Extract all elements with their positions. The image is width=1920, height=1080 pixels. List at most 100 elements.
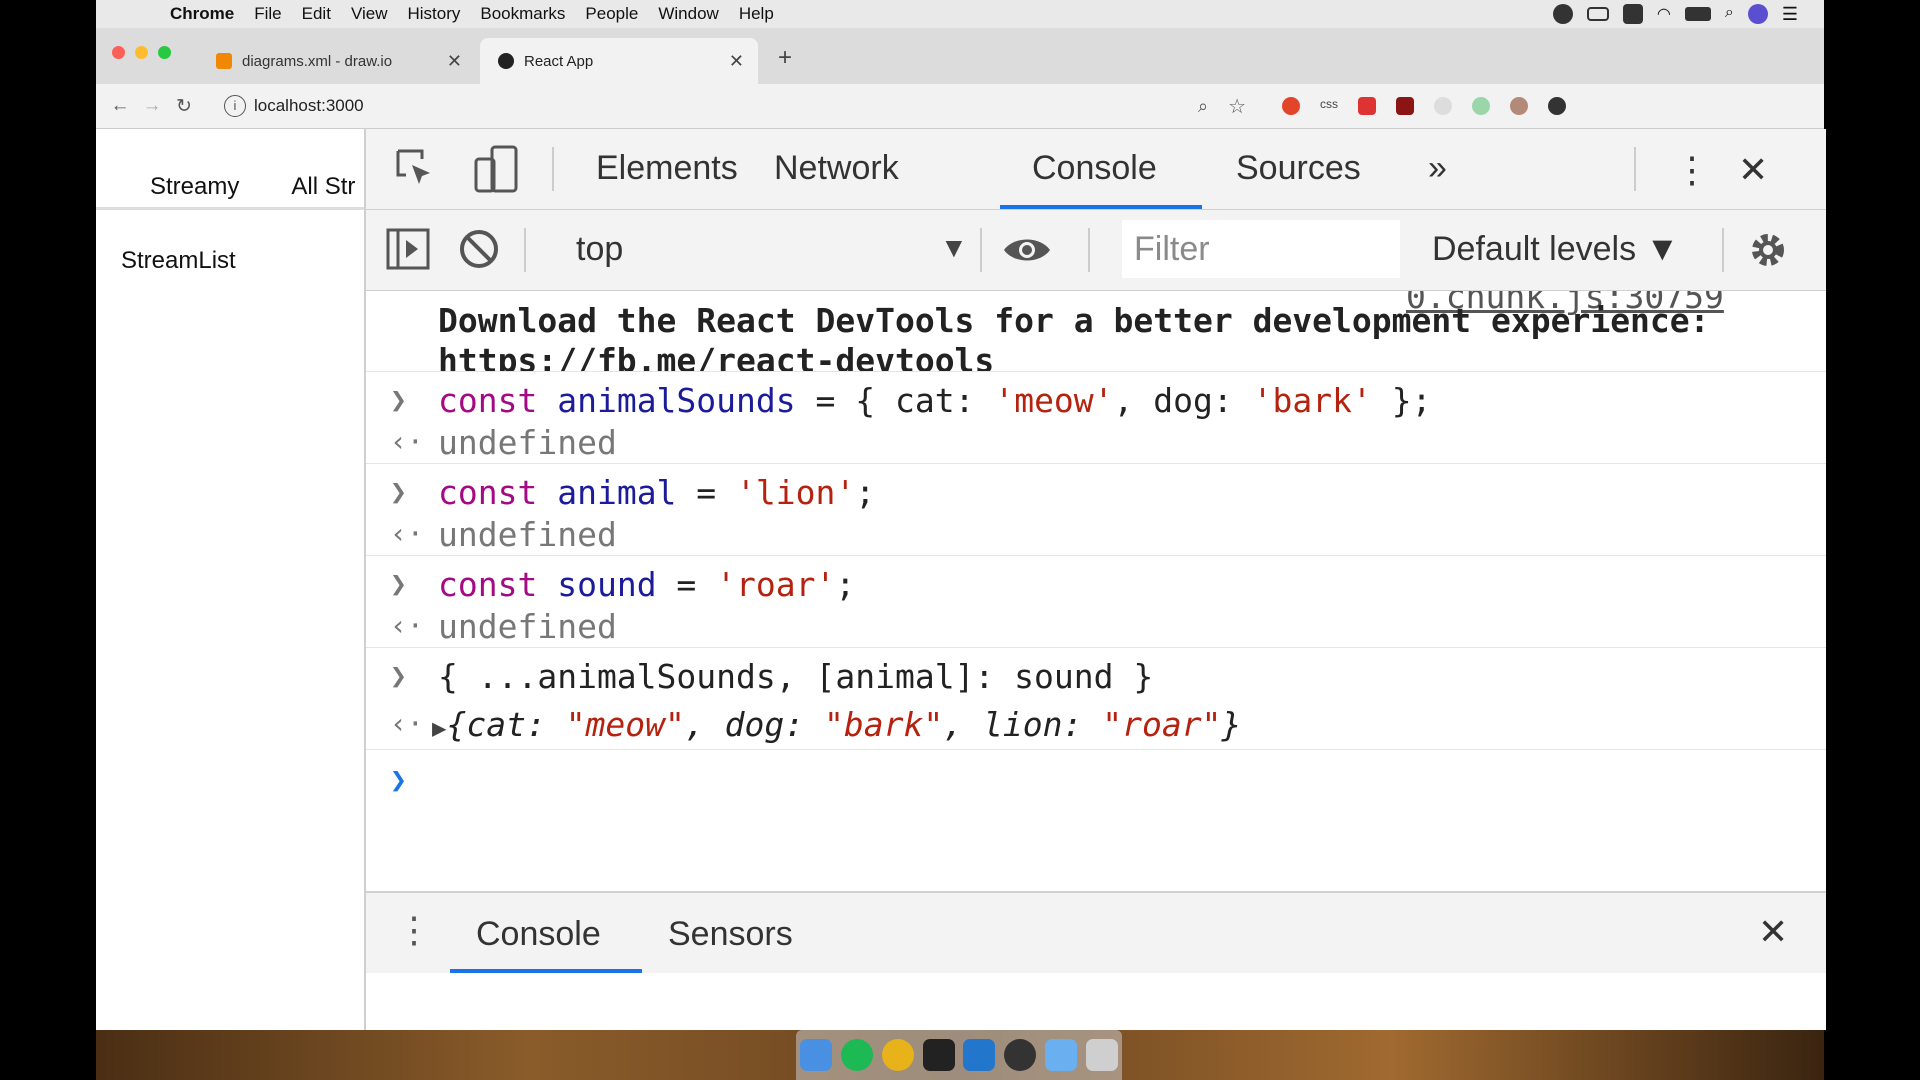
folder-icon[interactable] — [1044, 1039, 1077, 1071]
eye-icon[interactable] — [1002, 234, 1052, 266]
output-value: undefined — [438, 515, 617, 554]
close-devtools-icon[interactable]: ✕ — [1738, 149, 1768, 191]
bookmark-star-icon[interactable]: ☆ — [1228, 94, 1246, 119]
menu-people[interactable]: People — [585, 4, 638, 24]
tab-console[interactable]: Console — [1032, 149, 1157, 188]
css-extension-icon[interactable]: css — [1320, 97, 1338, 115]
console-entry: ❯ const animalSounds = { cat: 'meow', do… — [366, 373, 1826, 464]
terminal-icon[interactable] — [922, 1039, 955, 1071]
separator — [524, 228, 526, 272]
status-icons: ◠ ⌕ ☰ — [1552, 4, 1798, 24]
tab-elements[interactable]: Elements — [596, 149, 738, 188]
console-entry: ❯ { ...animalSounds, [animal]: sound } ‹… — [366, 649, 1826, 750]
ublock-icon[interactable] — [1396, 97, 1414, 115]
menu-view[interactable]: View — [351, 4, 388, 24]
input-chevron-icon: ❯ — [390, 383, 407, 416]
spotlight-search-icon[interactable]: ⌕ — [1725, 4, 1734, 24]
menu-edit[interactable]: Edit — [302, 4, 331, 24]
input-code: const animalSounds = { cat: 'meow', dog:… — [438, 381, 1432, 420]
status-app-icon[interactable] — [1552, 4, 1573, 24]
input-code: const sound = 'roar'; — [438, 565, 856, 604]
kebab-menu-icon[interactable]: ⋮ — [1674, 149, 1710, 191]
react-devtools-message: Download the React DevTools for a better… — [438, 301, 1818, 371]
tab-react-app[interactable]: React App ✕ — [480, 38, 758, 84]
expand-triangle-icon[interactable]: ▶ — [432, 714, 446, 742]
chrome-icon[interactable] — [881, 1039, 914, 1071]
glasses-icon[interactable] — [1586, 7, 1609, 21]
page-heading: StreamList — [121, 247, 236, 274]
maximize-window-button[interactable] — [158, 46, 171, 59]
chevron-down-icon[interactable]: ▼ — [940, 232, 968, 264]
extension-gray-icon[interactable] — [1434, 97, 1452, 115]
menu-window[interactable]: Window — [658, 4, 718, 24]
filter-placeholder: Filter — [1134, 229, 1210, 268]
close-window-button[interactable] — [112, 46, 125, 59]
extension-box-icon[interactable] — [1358, 97, 1376, 115]
app-header: Streamy All Str — [96, 167, 364, 210]
separator — [1722, 228, 1724, 272]
clear-console-icon[interactable] — [458, 228, 500, 270]
device-toolbar-icon[interactable] — [474, 145, 520, 193]
obs-icon[interactable] — [1004, 1039, 1037, 1071]
output-object[interactable]: ▶{cat: "meow", dog: "bark", lion: "roar"… — [432, 705, 1241, 744]
chrome-window: diagrams.xml - draw.io ✕ React App ✕ + ←… — [96, 28, 1826, 1030]
inspect-element-icon[interactable] — [394, 147, 438, 191]
new-tab-button[interactable]: + — [778, 44, 792, 72]
extension-red-icon[interactable] — [1282, 97, 1300, 115]
address-bar[interactable]: i localhost:3000 ⌕ ☆ — [210, 91, 1260, 121]
drawer-tab-sensors[interactable]: Sensors — [668, 915, 793, 954]
active-tab-indicator — [450, 969, 642, 973]
brand-link[interactable]: Streamy — [150, 173, 239, 201]
drawer-menu-icon[interactable]: ⋮ — [396, 909, 432, 951]
close-tab-icon[interactable]: ✕ — [729, 51, 744, 72]
menu-bookmarks[interactable]: Bookmarks — [480, 4, 565, 24]
output-value: undefined — [438, 423, 617, 462]
tab-network[interactable]: Network — [774, 149, 899, 188]
console-output[interactable]: 0.chunk.js:30759 Download the React DevT… — [366, 291, 1826, 891]
info-icon[interactable]: i — [224, 95, 246, 117]
profile-avatar[interactable] — [1510, 97, 1528, 115]
extensions: css — [1282, 97, 1566, 115]
extension-dark-icon[interactable] — [1548, 97, 1566, 115]
spotify-icon[interactable] — [841, 1039, 874, 1071]
wifi-icon[interactable]: ◠ — [1657, 4, 1671, 24]
all-streams-link[interactable]: All Str — [291, 173, 355, 201]
menu-history[interactable]: History — [407, 4, 460, 24]
siri-icon[interactable] — [1747, 4, 1768, 24]
menu-app-name[interactable]: Chrome — [170, 4, 234, 24]
console-entry: ❯ const animal = 'lion'; ‹· undefined — [366, 465, 1826, 556]
tab-title: React App — [524, 52, 594, 70]
menu-help[interactable]: Help — [739, 4, 774, 24]
separator — [1088, 228, 1090, 272]
forward-button[interactable]: → — [136, 95, 168, 117]
trash-icon[interactable] — [1085, 1039, 1118, 1071]
zoom-icon[interactable]: ⌕ — [1198, 96, 1208, 117]
finder-icon[interactable] — [800, 1039, 833, 1071]
gear-icon[interactable] — [1746, 228, 1790, 272]
devtools-link[interactable]: https://fb.me/react-devtools — [438, 341, 994, 371]
more-tabs-icon[interactable]: » — [1428, 149, 1447, 188]
url-text: localhost:3000 — [254, 96, 364, 115]
console-prompt[interactable]: ❯ — [366, 751, 1826, 811]
devtools-drawer: ⋮ Console Sensors ✕ — [366, 891, 1826, 1030]
context-selector[interactable]: top — [576, 230, 623, 269]
back-button[interactable]: ← — [104, 95, 136, 117]
menu-file[interactable]: File — [254, 4, 281, 24]
active-tab-indicator — [1000, 205, 1202, 209]
drawer-tab-console[interactable]: Console — [476, 915, 601, 954]
sidebar-toggle-icon[interactable] — [386, 228, 430, 270]
minimize-window-button[interactable] — [135, 46, 148, 59]
reload-button[interactable]: ↻ — [168, 95, 200, 118]
filter-input[interactable]: Filter — [1122, 220, 1400, 278]
docker-icon[interactable] — [1622, 4, 1643, 24]
vscode-icon[interactable] — [963, 1039, 996, 1071]
log-levels-dropdown[interactable]: Default levels ▼ — [1432, 230, 1679, 269]
close-drawer-icon[interactable]: ✕ — [1758, 911, 1788, 953]
screen: Chrome File Edit View History Bookmarks … — [0, 0, 1920, 1080]
tab-sources[interactable]: Sources — [1236, 149, 1361, 188]
tab-drawio[interactable]: diagrams.xml - draw.io ✕ — [198, 38, 476, 84]
close-tab-icon[interactable]: ✕ — [447, 51, 462, 72]
notification-center-icon[interactable]: ☰ — [1782, 4, 1798, 24]
extension-green-icon[interactable] — [1472, 97, 1490, 115]
battery-icon[interactable] — [1684, 7, 1711, 21]
